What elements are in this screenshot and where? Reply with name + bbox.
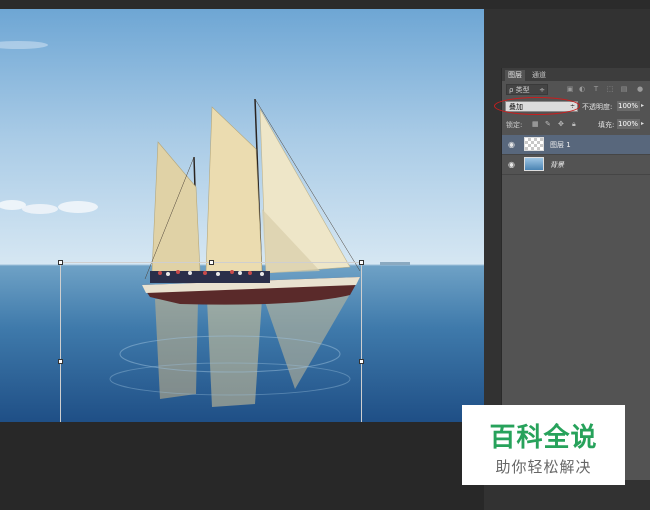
fill-input[interactable]: 100%: [617, 119, 640, 129]
watermark-title: 百科全说: [489, 423, 598, 453]
opacity-input[interactable]: 100%: [617, 101, 640, 111]
filter-kind-label: ρ 类型: [509, 86, 530, 94]
layer-name: 图层 1: [550, 141, 571, 149]
fill-label: 填充:: [598, 121, 615, 129]
opacity-dropdown-icon[interactable]: ▸: [641, 102, 644, 109]
layer-row-layer-1[interactable]: ◉ 图层 1: [502, 135, 650, 155]
transform-handle-middle-left[interactable]: [58, 359, 63, 364]
top-strip: [0, 0, 650, 9]
watermark: 百科全说 助你轻松解决: [462, 405, 625, 485]
visibility-eye-icon[interactable]: ◉: [508, 140, 515, 149]
workspace-bottom: [0, 422, 484, 510]
tab-layers[interactable]: 图层: [505, 70, 525, 81]
layer-thumbnail: [524, 137, 544, 151]
transform-handle-middle-right[interactable]: [359, 359, 364, 364]
transform-handle-top-right[interactable]: [359, 260, 364, 265]
lock-transparent-icon[interactable]: ▦: [532, 120, 539, 128]
visibility-eye-icon[interactable]: ◉: [508, 160, 515, 169]
watermark-subtitle: 助你轻松解决: [495, 458, 592, 476]
lock-image-icon[interactable]: ✎: [545, 120, 551, 128]
layer-row-background[interactable]: ◉ 背景: [502, 155, 650, 175]
lock-label: 锁定:: [506, 121, 523, 129]
type-filter-icon[interactable]: T: [592, 85, 600, 93]
smart-object-filter-icon[interactable]: ▤: [620, 85, 628, 93]
transform-handle-top-left[interactable]: [58, 260, 63, 265]
layer-filter-row: ρ 类型 ÷ ▣ ◐ T ⬚ ▤ ●: [504, 84, 650, 96]
adjustment-filter-icon[interactable]: ◐: [578, 85, 586, 93]
layer-thumbnail: [524, 157, 544, 171]
tab-channels[interactable]: 通道: [529, 70, 549, 81]
lock-row: 锁定: ▦ ✎ ✥ 🔒︎ 填充: 100% ▸: [502, 119, 650, 131]
lock-position-icon[interactable]: ✥: [558, 120, 564, 128]
lock-all-icon[interactable]: 🔒︎: [572, 120, 576, 129]
panel-tab-bar: 图层 通道: [502, 68, 650, 81]
filter-kind-arrow: ÷: [539, 86, 545, 94]
layer-name: 背景: [550, 161, 564, 169]
filter-kind-select[interactable]: ρ 类型 ÷: [506, 84, 548, 95]
filter-toggle-icon[interactable]: ●: [636, 85, 644, 93]
shape-filter-icon[interactable]: ⬚: [606, 85, 614, 93]
red-annotation-ellipse: [494, 97, 580, 115]
blend-row: 叠加 ÷ 不透明度: 100% ▸: [494, 97, 650, 115]
transform-handle-top-center[interactable]: [209, 260, 214, 265]
fill-dropdown-icon[interactable]: ▸: [641, 120, 644, 127]
pixel-filter-icon[interactable]: ▣: [566, 85, 574, 93]
opacity-label: 不透明度:: [582, 103, 613, 111]
